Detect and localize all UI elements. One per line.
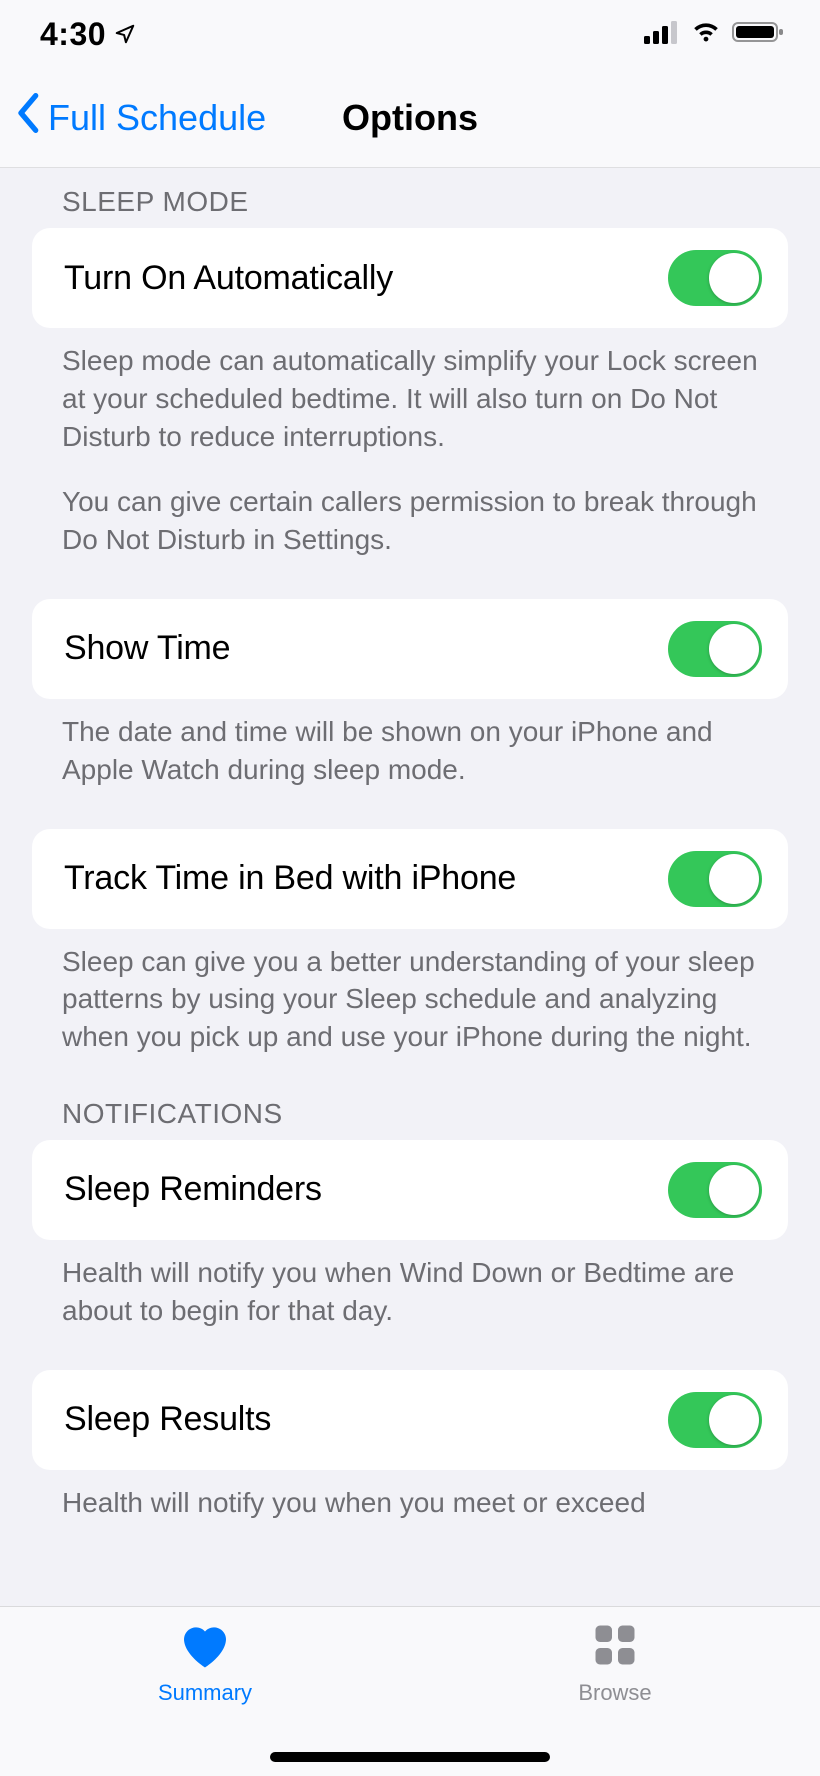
status-time: 4:30 <box>40 16 136 53</box>
content-scroll[interactable]: SLEEP MODE Turn On Automatically Sleep m… <box>0 168 820 1606</box>
footer-text-line: Health will notify you when Wind Down or… <box>62 1254 758 1330</box>
section-header-notifications: NOTIFICATIONS <box>62 1098 788 1130</box>
footer-sleep-results: Health will notify you when you meet or … <box>32 1470 788 1522</box>
heart-icon <box>178 1621 232 1674</box>
toggle-track-time-in-bed[interactable] <box>668 851 762 907</box>
nav-bar: Full Schedule Options <box>0 68 820 168</box>
footer-text-line: The date and time will be shown on your … <box>62 713 758 789</box>
page-title: Options <box>0 97 820 139</box>
location-icon <box>114 23 136 45</box>
toggle-show-time[interactable] <box>668 621 762 677</box>
toggle-sleep-results[interactable] <box>668 1392 762 1448</box>
wifi-icon <box>690 20 722 49</box>
toggle-sleep-reminders[interactable] <box>668 1162 762 1218</box>
row-turn-on-automatically[interactable]: Turn On Automatically <box>32 228 788 328</box>
row-sleep-results[interactable]: Sleep Results <box>32 1370 788 1470</box>
row-label: Show Time <box>64 629 230 668</box>
row-track-time-in-bed[interactable]: Track Time in Bed with iPhone <box>32 829 788 929</box>
row-show-time[interactable]: Show Time <box>32 599 788 699</box>
section-header-sleep-mode: SLEEP MODE <box>62 186 788 218</box>
tab-browse[interactable]: Browse <box>410 1607 820 1776</box>
cellular-icon <box>644 20 680 49</box>
toggle-turn-on-automatically[interactable] <box>668 250 762 306</box>
battery-icon <box>732 20 786 49</box>
home-indicator[interactable] <box>270 1752 550 1762</box>
tab-summary[interactable]: Summary <box>0 1607 410 1776</box>
row-label: Turn On Automatically <box>64 259 393 298</box>
status-indicators <box>644 20 786 49</box>
footer-show-time: The date and time will be shown on your … <box>32 699 788 789</box>
row-label: Track Time in Bed with iPhone <box>64 859 516 898</box>
footer-text-line: You can give certain callers permission … <box>62 483 758 559</box>
tab-bar: Summary Browse <box>0 1606 820 1776</box>
tab-label: Browse <box>578 1680 651 1706</box>
row-label: Sleep Reminders <box>64 1170 322 1209</box>
tab-label: Summary <box>158 1680 252 1706</box>
grid-icon <box>591 1621 639 1674</box>
status-bar: 4:30 <box>0 0 820 68</box>
footer-text-line: Sleep mode can automatically simplify yo… <box>62 342 758 455</box>
footer-sleep-reminders: Health will notify you when Wind Down or… <box>32 1240 788 1330</box>
footer-track-time-in-bed: Sleep can give you a better understandin… <box>32 929 788 1056</box>
row-label: Sleep Results <box>64 1400 271 1439</box>
row-sleep-reminders[interactable]: Sleep Reminders <box>32 1140 788 1240</box>
footer-text-line: Sleep can give you a better understandin… <box>62 943 758 1056</box>
status-time-text: 4:30 <box>40 16 106 53</box>
footer-turn-on-automatically: Sleep mode can automatically simplify yo… <box>32 328 788 559</box>
footer-text-line: Health will notify you when you meet or … <box>62 1484 758 1522</box>
